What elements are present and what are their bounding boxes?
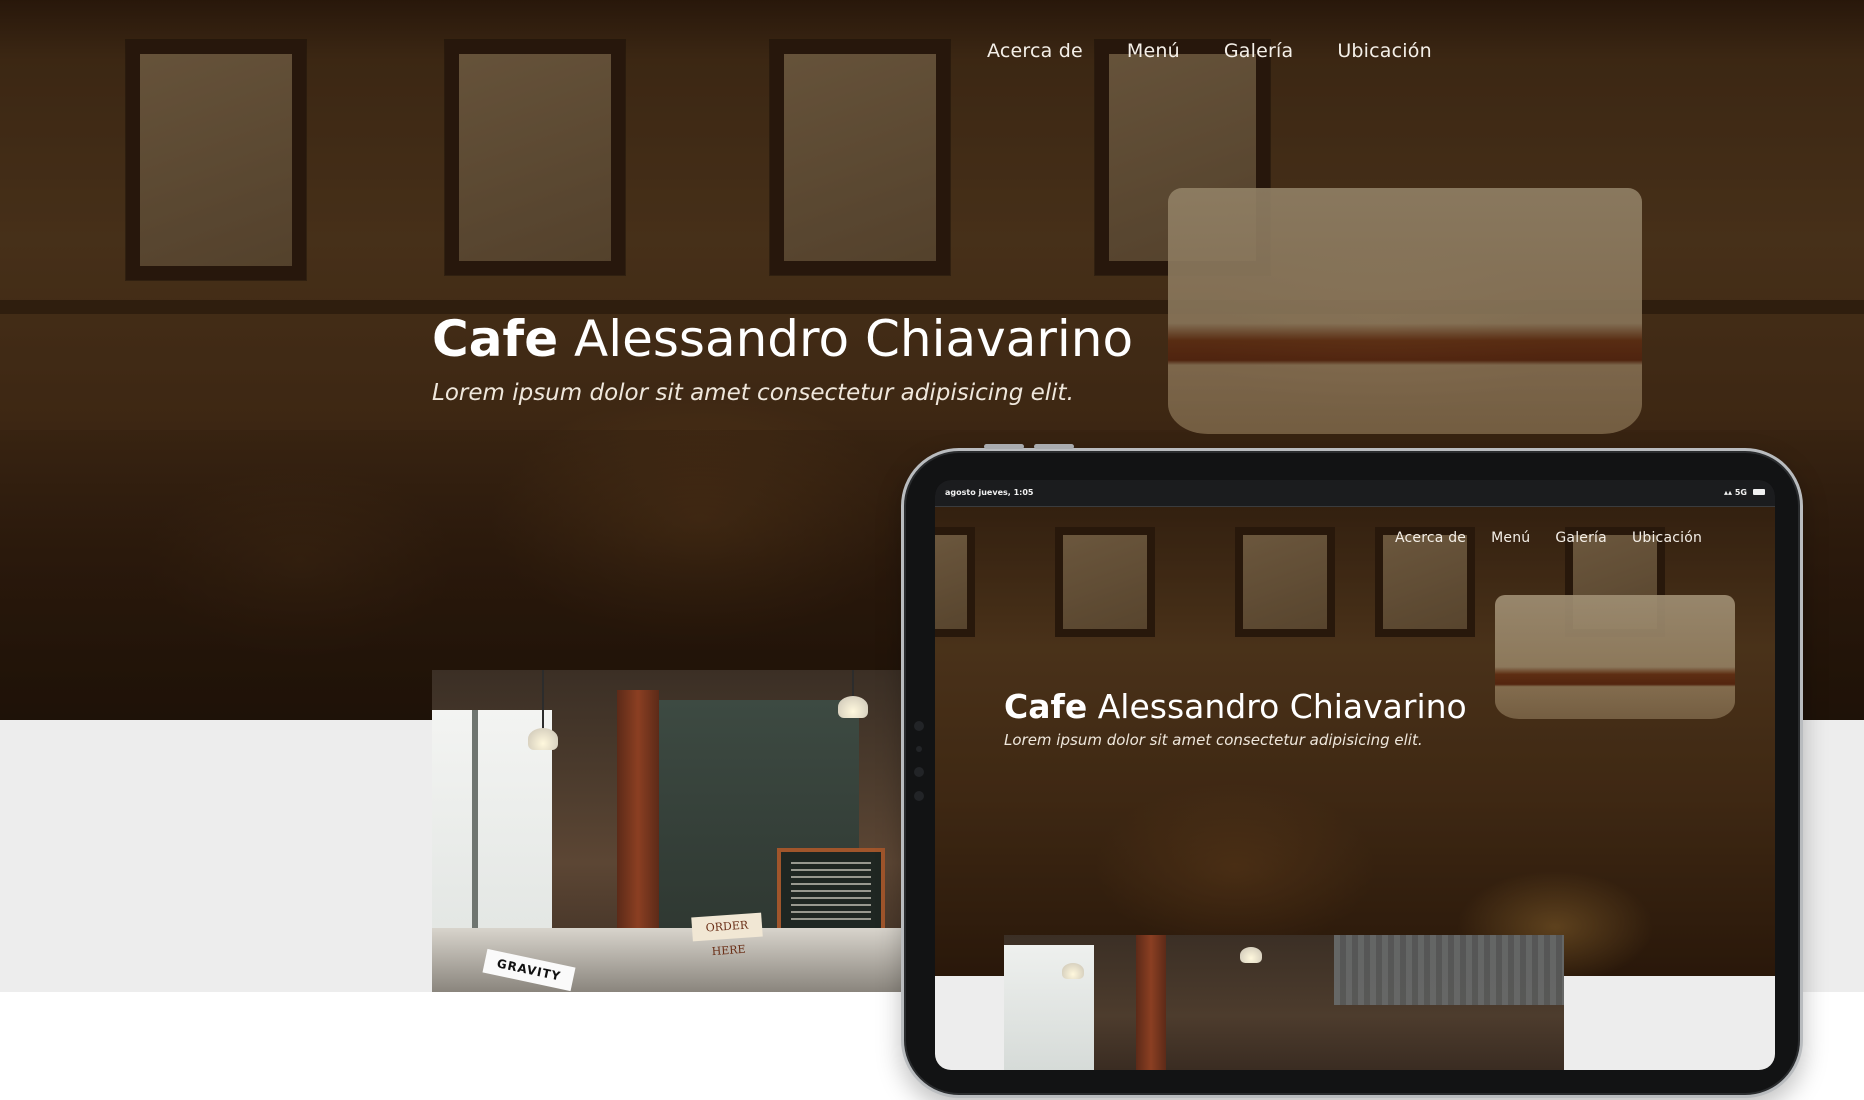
- nav-galeria[interactable]: Galería: [1224, 40, 1293, 62]
- lamp-wire: [852, 670, 854, 698]
- network-label: 5G: [1734, 488, 1747, 497]
- menu-chalkboard: [777, 848, 885, 936]
- ceiling-duct: [1334, 935, 1564, 1005]
- camera-icon: [914, 767, 924, 777]
- tablet-screen: agosto jueves, 1:05 ▴▴ 5G Acerca de Menú…: [935, 480, 1775, 1070]
- lamp-bulb: [1240, 947, 1262, 963]
- lamp-bulb: [528, 728, 558, 750]
- nav-ubicacion[interactable]: Ubicación: [1337, 40, 1432, 62]
- mini-title-brand: Cafe: [1004, 687, 1088, 726]
- status-time: agosto jueves, 1:05: [945, 488, 1034, 497]
- photo-column: [1136, 935, 1166, 1070]
- mini-nav-galeria[interactable]: Galería: [1555, 530, 1607, 546]
- camera-icon: [914, 721, 924, 731]
- tablet-mockup: agosto jueves, 1:05 ▴▴ 5G Acerca de Menú…: [901, 444, 1803, 1098]
- hero-title-brand: Cafe: [432, 310, 559, 368]
- order-here-sign: ORDER HERE: [691, 912, 763, 958]
- mini-hero-title: Cafe Alessandro Chiavarino: [1004, 687, 1467, 726]
- hero-title: Cafe Alessandro Chiavarino: [432, 310, 1133, 368]
- main-nav: Acerca de Menú Galería Ubicación: [987, 40, 1432, 62]
- nav-menu[interactable]: Menú: [1127, 40, 1180, 62]
- hero-subtitle: Lorem ipsum dolor sit amet consectetur a…: [432, 380, 1074, 406]
- tablet-button: [984, 444, 1024, 449]
- lamp-bulb: [838, 696, 868, 718]
- mini-nav-menu[interactable]: Menú: [1491, 530, 1530, 546]
- mini-hero-subtitle: Lorem ipsum dolor sit amet consectetur a…: [1004, 731, 1423, 749]
- sensor-icon: [916, 746, 922, 752]
- mini-cafe-photo: [1004, 935, 1564, 1070]
- status-network: ▴▴ 5G: [1724, 488, 1747, 497]
- mini-nav-acerca-de[interactable]: Acerca de: [1395, 530, 1466, 546]
- lamp-bulb: [1062, 963, 1084, 979]
- mini-nav-ubicacion[interactable]: Ubicación: [1632, 530, 1702, 546]
- tablet-button: [1034, 444, 1074, 449]
- mini-nav: Acerca de Menú Galería Ubicación: [1395, 530, 1702, 546]
- cafe-interior-photo: ORDER HERE GRAVITY: [432, 670, 902, 992]
- battery-icon: [1753, 489, 1765, 495]
- status-bar: agosto jueves, 1:05 ▴▴ 5G: [935, 480, 1775, 507]
- lamp-wire: [542, 670, 544, 730]
- camera-icon: [914, 791, 924, 801]
- nav-acerca-de[interactable]: Acerca de: [987, 40, 1083, 62]
- mini-title-rest: Alessandro Chiavarino: [1097, 687, 1467, 726]
- photo-window: [1004, 945, 1094, 1070]
- hero-title-rest: Alessandro Chiavarino: [574, 310, 1134, 368]
